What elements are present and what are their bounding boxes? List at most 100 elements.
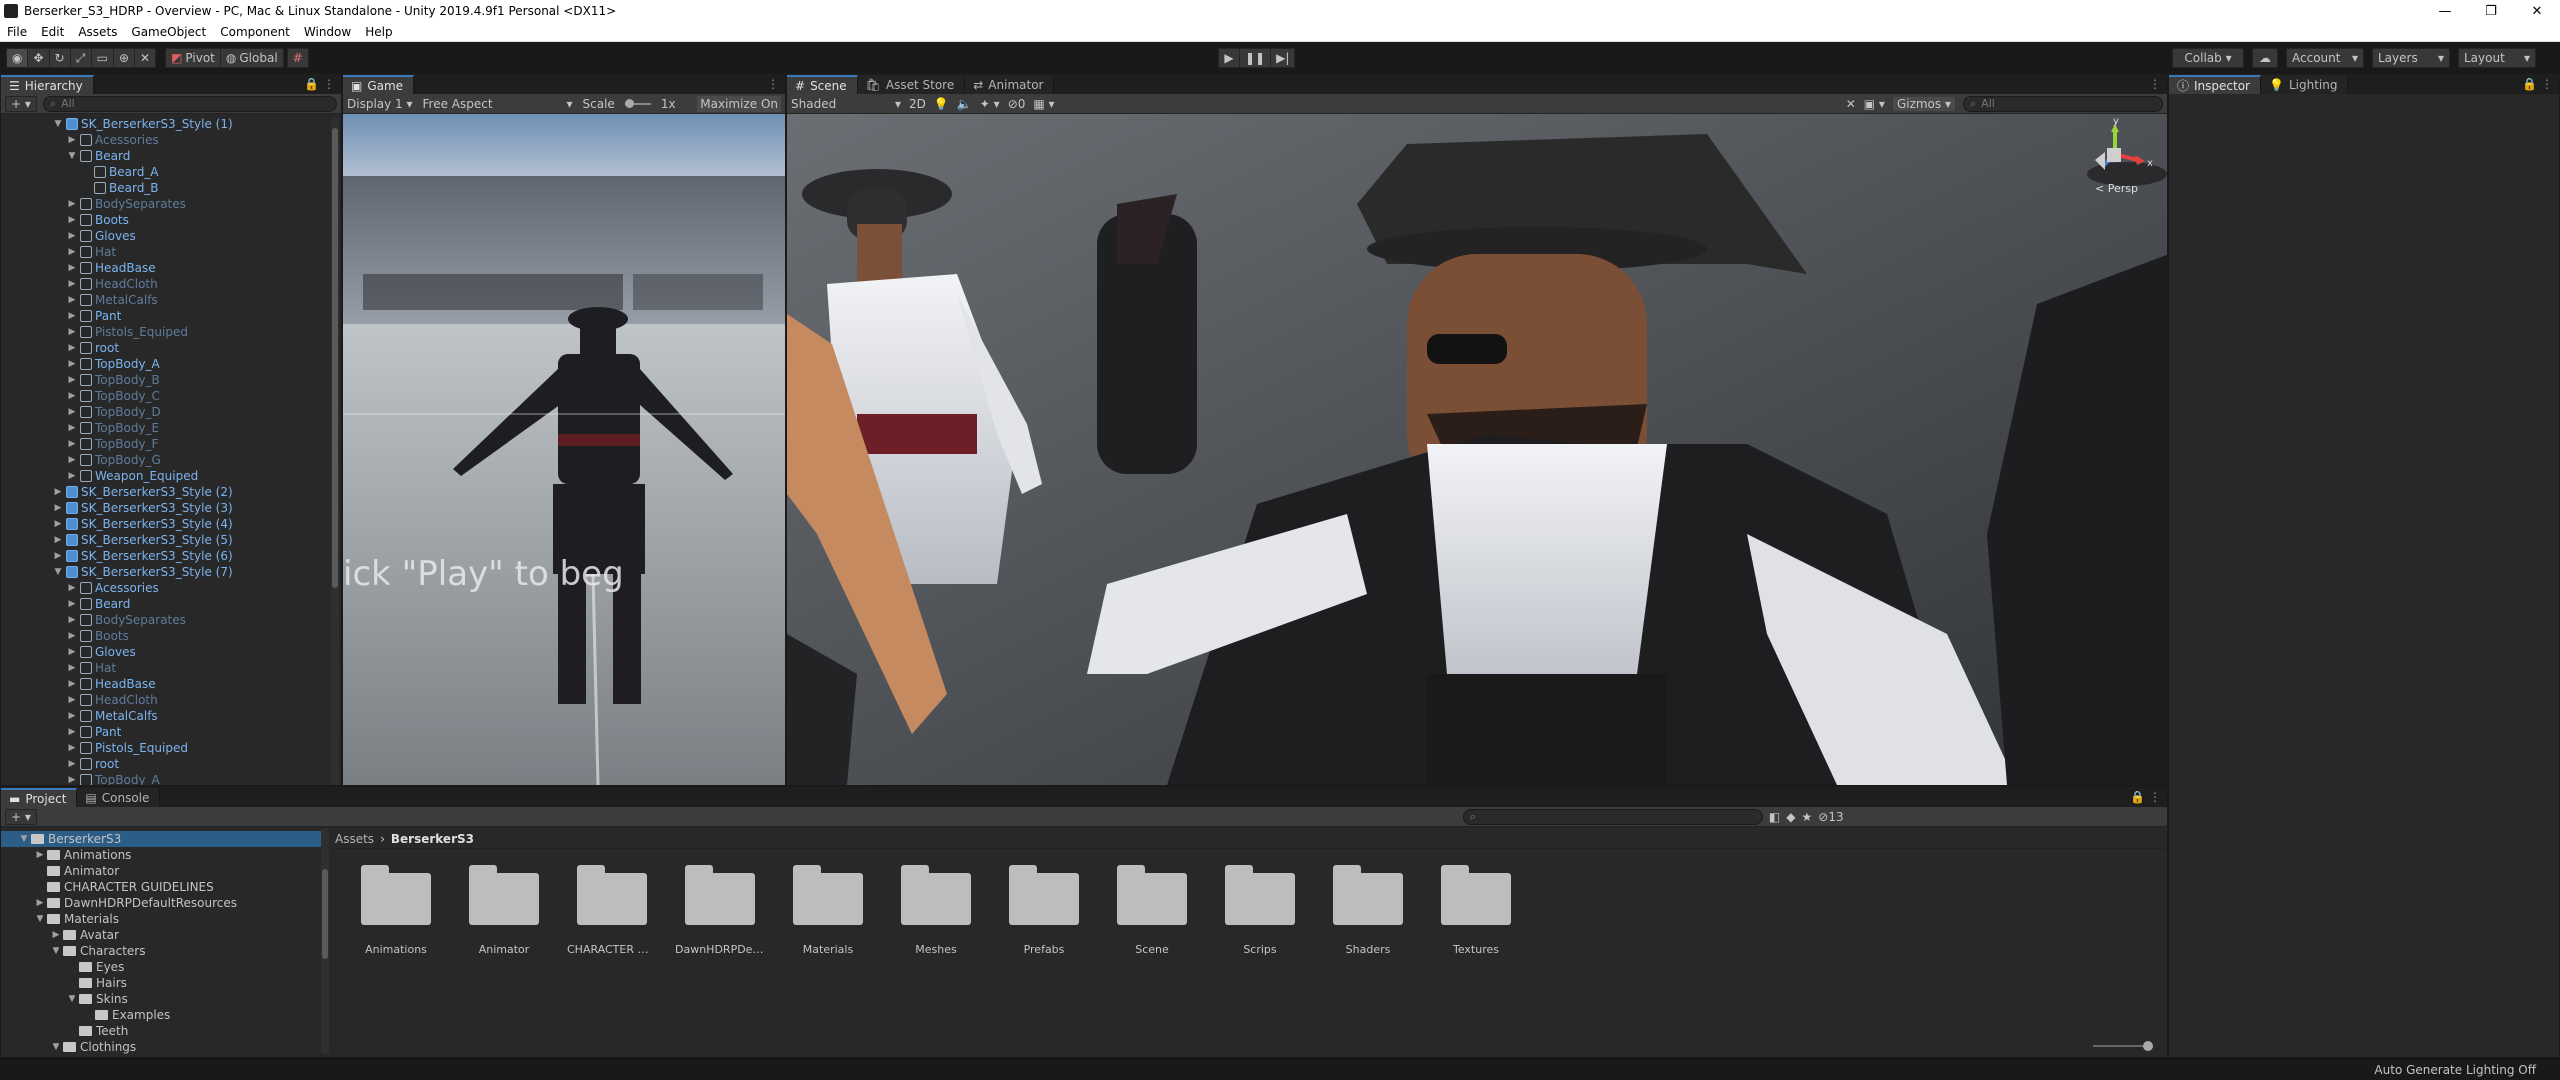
grid-toggle-icon[interactable]: ▦ ▾ [1033,97,1054,111]
scrollbar-thumb[interactable] [332,128,338,588]
hierarchy-row[interactable]: ▶ root [1,340,341,356]
project-tree-item[interactable]: ▼ Skins [1,991,323,1007]
breadcrumb-assets[interactable]: Assets [335,832,374,846]
effects-toggle-icon[interactable]: ✦ ▾ [980,97,1000,111]
hierarchy-row[interactable]: ▶ MetalCalfs [1,708,341,724]
collapsed-arrow-icon[interactable]: ▶ [67,583,77,593]
minimize-button[interactable]: — [2422,0,2468,22]
collapsed-arrow-icon[interactable]: ▶ [67,471,77,481]
hierarchy-row[interactable]: ▶ Pistols_Equiped [1,324,341,340]
collapsed-arrow-icon[interactable]: ▶ [67,343,77,353]
menu-file[interactable]: File [0,25,34,39]
collapsed-arrow-icon[interactable]: ▶ [67,663,77,673]
create-button[interactable]: + ▾ [5,95,37,112]
hierarchy-row[interactable]: ▶ Beard [1,596,341,612]
collapsed-arrow-icon[interactable]: ▶ [67,615,77,625]
menu-help[interactable]: Help [358,25,399,39]
project-tree-item[interactable]: CHARACTER GUIDELINES [1,879,323,895]
hierarchy-row[interactable]: ▶ SK_BerserkerS3_Style (4) [1,516,341,532]
collab-dropdown[interactable]: Collab ▾ [2172,48,2244,68]
move-tool-button[interactable]: ✥ [27,48,50,68]
hierarchy-row[interactable]: ▶ TopBody_D [1,404,341,420]
collapsed-arrow-icon[interactable]: ▶ [67,455,77,465]
menu-assets[interactable]: Assets [71,25,124,39]
maximize-button[interactable]: ❐ [2468,0,2514,22]
hierarchy-row[interactable]: ▶ Hat [1,244,341,260]
project-tree-item[interactable]: ▼ Clothings [1,1039,323,1055]
custom-tool-button[interactable]: ✕ [134,48,157,68]
asset-folder[interactable]: CHARACTER GUI... [567,865,657,965]
layout-dropdown[interactable]: Layout ▾ [2458,48,2536,68]
rotate-tool-button[interactable]: ↻ [48,48,71,68]
asset-folder[interactable]: DawnHDRPDefaul... [675,865,765,965]
project-tree-item[interactable]: Examples [1,1007,323,1023]
tab-inspector[interactable]: ⓘ Inspector [2169,75,2261,94]
panel-menu-icon[interactable]: 🔒 ⋮ [304,77,335,91]
collapsed-arrow-icon[interactable]: ▶ [67,311,77,321]
tab-hierarchy[interactable]: ☰ Hierarchy [1,75,94,94]
hierarchy-row[interactable]: ▼ Beard [1,148,341,164]
game-viewport[interactable]: ick "Play" to beg [343,114,785,785]
collapsed-arrow-icon[interactable]: ▶ [53,503,63,513]
collapsed-arrow-icon[interactable]: ▶ [53,519,63,529]
maximize-on-play-toggle[interactable]: Maximize On [697,95,781,112]
menu-component[interactable]: Component [213,25,297,39]
collapsed-arrow-icon[interactable]: ▶ [67,647,77,657]
collapsed-arrow-icon[interactable]: ▶ [67,263,77,273]
hierarchy-row[interactable]: ▶ BodySeparates [1,196,341,212]
hierarchy-search-input[interactable]: ⌕ All [42,95,337,112]
collapsed-arrow-icon[interactable]: ▶ [67,391,77,401]
asset-folder[interactable]: Animator [459,865,549,965]
play-button[interactable]: ▶ [1218,48,1240,68]
project-tree-item[interactable]: ▼ Materials [1,911,323,927]
asset-folder[interactable]: Textures [1431,865,1521,965]
grid-snap-button[interactable]: # [286,48,309,68]
hierarchy-row[interactable]: ▶ TopBody_A [1,772,341,785]
account-dropdown[interactable]: Account ▾ [2286,48,2364,68]
menu-gameobject[interactable]: GameObject [124,25,213,39]
collapsed-arrow-icon[interactable]: ▶ [67,407,77,417]
hierarchy-row[interactable]: ▶ Acessories [1,132,341,148]
hierarchy-row[interactable]: ▶ HeadCloth [1,276,341,292]
slider-thumb[interactable] [624,98,634,108]
orientation-gizmo[interactable]: y x < Persp [2085,116,2155,202]
display-dropdown[interactable]: Display 1 ▾ [347,97,413,111]
tree-scrollbar[interactable] [321,829,329,1053]
collapsed-arrow-icon[interactable]: ▶ [67,423,77,433]
hierarchy-row[interactable]: ▶ SK_BerserkerS3_Style (3) [1,500,341,516]
hierarchy-scrollbar[interactable] [331,118,339,785]
hierarchy-row[interactable]: ▶ Pant [1,308,341,324]
collapsed-arrow-icon[interactable]: ▶ [53,487,63,497]
cloud-button[interactable]: ☁ [2252,48,2278,68]
scene-viewport[interactable]: y x < Persp [787,114,2167,785]
hierarchy-row[interactable]: ▶ TopBody_G [1,452,341,468]
icon-size-slider[interactable] [2093,1041,2153,1051]
scrollbar-thumb[interactable] [322,869,328,959]
breadcrumb-berserkers3[interactable]: BerserkerS3 [391,832,474,846]
global-toggle[interactable]: ◍ Global [219,48,284,68]
hierarchy-row[interactable]: ▶ Acessories [1,580,341,596]
hierarchy-row[interactable]: ▼ SK_BerserkerS3_Style (1) [1,116,341,132]
2d-toggle[interactable]: 2D [909,97,926,111]
hierarchy-row[interactable]: ▶ TopBody_E [1,420,341,436]
tab-animator[interactable]: ⇄ Animator [965,75,1055,94]
expanded-arrow-icon[interactable]: ▼ [53,119,63,129]
collapsed-arrow-icon[interactable]: ▶ [67,327,77,337]
panel-menu-icon[interactable]: 🔒 ⋮ [2522,77,2553,91]
panel-menu-icon[interactable]: ⋮ [2149,77,2161,91]
asset-folder[interactable]: Shaders [1323,865,1413,965]
close-button[interactable]: ✕ [2514,0,2560,22]
hierarchy-row[interactable]: ▶ TopBody_F [1,436,341,452]
collapsed-arrow-icon[interactable]: ▶ [67,711,77,721]
hierarchy-row[interactable]: ▶ SK_BerserkerS3_Style (5) [1,532,341,548]
collapsed-arrow-icon[interactable]: ▶ [67,759,77,769]
layers-dropdown[interactable]: Layers ▾ [2372,48,2450,68]
collapsed-arrow-icon[interactable]: ▶ [67,631,77,641]
collapsed-arrow-icon[interactable]: ▶ [53,535,63,545]
hierarchy-row[interactable]: Beard_B [1,180,341,196]
collapsed-arrow-icon[interactable]: ▶ [35,850,45,860]
filter-by-type-icon[interactable]: ◧ [1769,810,1780,824]
hierarchy-row[interactable]: ▶ HeadBase [1,260,341,276]
project-tree-item[interactable]: ▼ Characters [1,943,323,959]
asset-folder[interactable]: Meshes [891,865,981,965]
